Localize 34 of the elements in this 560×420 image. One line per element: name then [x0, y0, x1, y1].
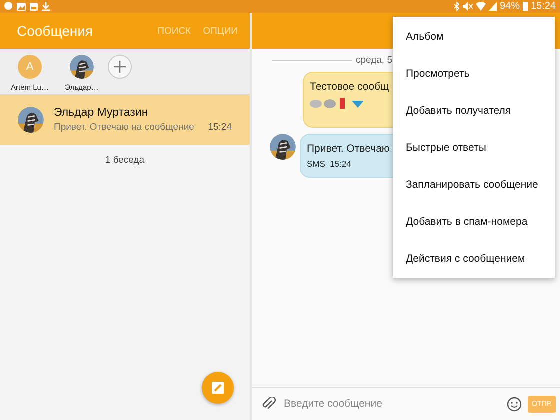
- add-contact-button[interactable]: [108, 55, 132, 79]
- mute-icon: [462, 2, 473, 11]
- plus-icon: [114, 61, 126, 73]
- signal-icon: [488, 2, 497, 11]
- menu-item[interactable]: Добавить в спам-номера: [393, 203, 555, 240]
- wifi-icon: [476, 2, 486, 11]
- contact-name: Эльдар Муртазин: [54, 107, 150, 119]
- emoji-icon[interactable]: [506, 396, 522, 412]
- screenshot-icon: [30, 2, 38, 10]
- date-separator: среда, 5: [356, 55, 392, 66]
- message-text: Тестовое сообщ: [310, 81, 390, 93]
- message-time: 15:24: [208, 122, 232, 133]
- attach-icon[interactable]: [262, 397, 276, 411]
- app-title: Сообщения: [17, 23, 93, 39]
- message-input[interactable]: Введите сообщение: [282, 397, 501, 411]
- menu-item[interactable]: Действия с сообщением: [393, 240, 555, 277]
- conversation-count: 1 беседа: [105, 155, 145, 166]
- message-text: Привет. Отвечаю: [307, 143, 390, 155]
- conversation-item[interactable]: Эльдар Муртазин Привет. Отвечаю на сообщение 15:24: [0, 95, 250, 145]
- menu-item[interactable]: Альбом: [393, 18, 555, 55]
- message-preview: Привет. Отвечаю на сообщение: [54, 122, 194, 133]
- clock: 15:24: [530, 1, 556, 12]
- message-meta: SMS 15:24: [307, 159, 352, 169]
- download-icon: [42, 2, 50, 11]
- bluetooth-icon: [454, 2, 460, 11]
- menu-item[interactable]: Быстрые ответы: [393, 129, 555, 166]
- menu-item[interactable]: Просмотреть: [393, 55, 555, 92]
- battery-icon: [522, 2, 528, 11]
- image-icon: [17, 2, 26, 10]
- edit-icon: [212, 382, 224, 394]
- battery-percent: 94%: [500, 1, 520, 12]
- chat-icon: [4, 2, 13, 11]
- menu-item[interactable]: Запланировать сообщение: [393, 166, 555, 203]
- menu-item[interactable]: Добавить получателя: [393, 92, 555, 129]
